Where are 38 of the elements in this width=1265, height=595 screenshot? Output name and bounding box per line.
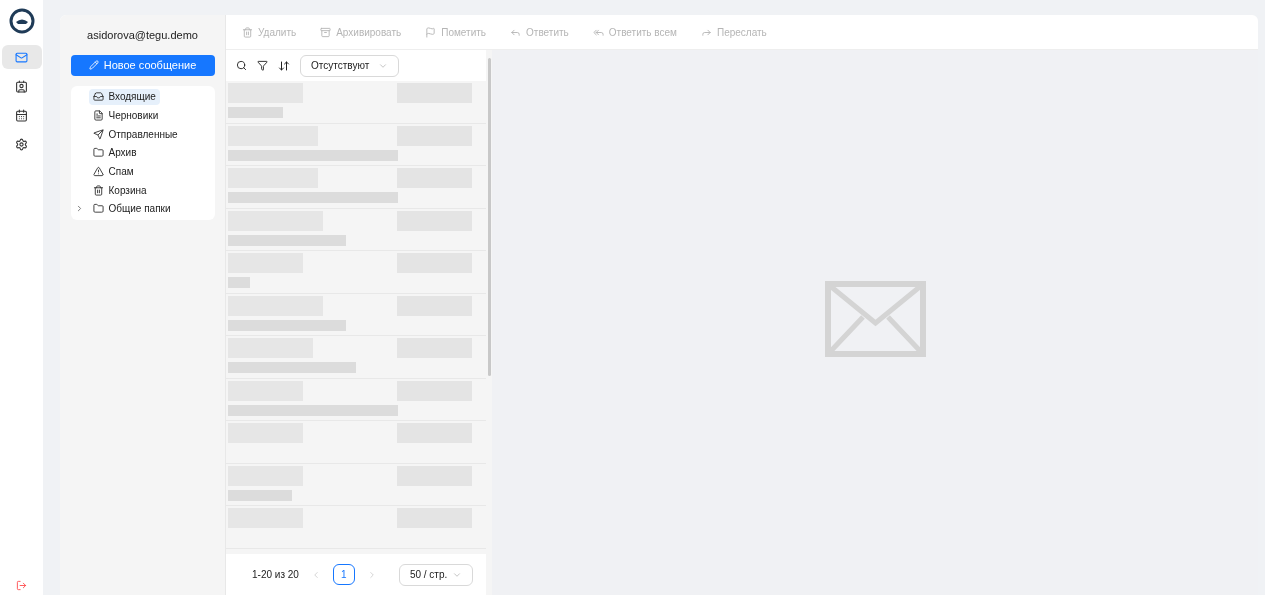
trash-icon <box>92 184 104 196</box>
contact-card-icon <box>15 79 28 93</box>
mail-icon <box>15 50 28 64</box>
pencil-icon <box>88 60 99 70</box>
pagination-range: 1-20 из 20 <box>252 568 299 582</box>
logo-icon <box>8 8 35 34</box>
settings-icon <box>15 137 28 151</box>
account-email: asidorova@tegu.demo <box>87 28 198 43</box>
warning-icon <box>92 166 104 178</box>
folder-item[interactable]: Общие папки <box>88 200 175 217</box>
folder-item[interactable]: Черновики <box>88 107 163 124</box>
logout-icon[interactable] <box>16 580 27 591</box>
archive-icon <box>320 26 332 38</box>
folder-icon <box>92 147 104 159</box>
envelope-icon <box>824 280 926 357</box>
page-size-select[interactable]: 50 / стр. <box>398 563 474 586</box>
sort-icon[interactable] <box>278 59 290 72</box>
redacted-block <box>228 107 283 118</box>
send-icon <box>92 128 104 140</box>
new-message-button[interactable]: Новое сообщение <box>70 54 215 76</box>
flag-icon <box>425 26 437 38</box>
trash-icon <box>242 26 253 38</box>
filter-select[interactable]: Отсутствуют <box>300 54 399 77</box>
folder-item[interactable]: Корзина <box>88 182 151 199</box>
scrollbar-thumb[interactable] <box>487 58 491 376</box>
redacted-block <box>228 277 250 288</box>
folder-item[interactable]: Спам <box>88 163 138 180</box>
search-icon[interactable] <box>236 60 247 71</box>
inbox-icon <box>92 91 104 103</box>
folder-item[interactable]: Отправленные <box>88 126 182 143</box>
document-icon <box>92 110 104 122</box>
filter-icon[interactable] <box>257 60 268 71</box>
calendar-icon <box>15 108 28 122</box>
redacted-block <box>228 489 292 501</box>
page-button[interactable]: 1 <box>332 564 355 585</box>
folder-item[interactable]: Архив <box>88 144 141 161</box>
folder-icon <box>92 203 104 215</box>
folder-item[interactable]: Входящие <box>88 88 160 105</box>
